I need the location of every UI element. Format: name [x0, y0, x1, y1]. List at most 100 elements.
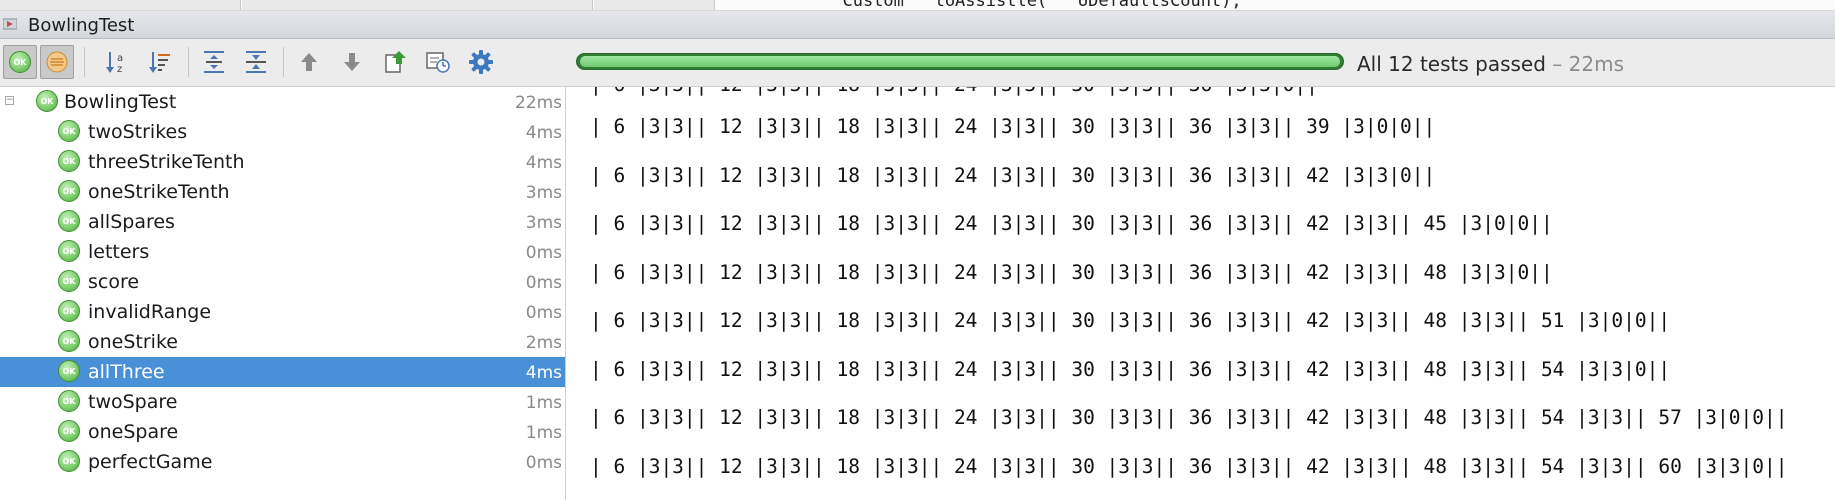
- console-line: | 6 |3|3|| 12 |3|3|| 18 |3|3|| 24 |3|3||…: [590, 406, 1788, 429]
- test-duration: 3ms: [525, 213, 562, 233]
- run-window-icon: [3, 18, 17, 30]
- ok-icon: OK: [36, 90, 58, 112]
- svg-text:a: a: [117, 53, 123, 64]
- sort-duration-icon: [149, 52, 170, 73]
- sort-by-duration-button[interactable]: [143, 45, 177, 79]
- ok-icon: OK: [58, 180, 80, 202]
- console-line: | 6 |3|3|| 12 |3|3|| 18 |3|3|| 24 |3|3||…: [590, 212, 1553, 235]
- test-name: twoStrikes: [88, 121, 188, 143]
- test-name: oneStrikeTenth: [88, 181, 230, 203]
- ok-icon: OK: [58, 390, 80, 412]
- sort-alpha-icon: a z: [106, 52, 123, 75]
- test-row-oneStrike[interactable]: OK oneStrike 2ms: [0, 327, 565, 357]
- ok-icon: OK: [58, 270, 80, 292]
- test-row-allSpares[interactable]: OK allSpares 3ms: [0, 207, 565, 237]
- console-output[interactable]: | 6 |3|3|| 12 |3|3|| 18 |3|3|| 24 |3|3||…: [566, 87, 1835, 500]
- test-name: threeStrikeTenth: [88, 151, 245, 173]
- arrow-down-icon: [344, 53, 360, 71]
- test-duration: 1ms: [525, 393, 562, 413]
- export-icon: [385, 51, 406, 73]
- settings-button[interactable]: [464, 45, 498, 79]
- ok-icon: OK: [58, 330, 80, 352]
- gear-icon: [469, 50, 493, 74]
- test-name: letters: [88, 241, 150, 263]
- test-duration: 0ms: [525, 243, 562, 263]
- test-row-letters[interactable]: OK letters 0ms: [0, 237, 565, 267]
- status-text: All 12 tests passed: [1357, 52, 1546, 76]
- status-separator: –: [1552, 52, 1563, 76]
- test-row-invalidRange[interactable]: OK invalidRange 0ms: [0, 297, 565, 327]
- test-row-twoSpare[interactable]: OK twoSpare 1ms: [0, 387, 565, 417]
- svg-text:z: z: [117, 64, 122, 75]
- ok-icon: OK: [58, 450, 80, 472]
- test-duration: 0ms: [525, 273, 562, 293]
- console-line: | 6 |3|3|| 12 |3|3|| 18 |3|3|| 24 |3|3||…: [590, 357, 1671, 381]
- test-duration: 4ms: [525, 363, 562, 383]
- test-row-score[interactable]: OK score 0ms: [0, 267, 565, 297]
- tool-window-title: BowlingTest: [28, 15, 135, 36]
- collapse-all-icon: [246, 51, 266, 73]
- test-status: All 12 tests passed – 22ms: [1357, 52, 1624, 76]
- history-icon: [426, 52, 450, 73]
- test-row-allThree[interactable]: OK allThree 4ms: [0, 357, 565, 387]
- test-duration: 22ms: [514, 93, 562, 113]
- ok-icon: OK: [58, 420, 80, 442]
- test-row-oneStrikeTenth[interactable]: OK oneStrikeTenth 3ms: [0, 177, 565, 207]
- ok-icon: OK: [58, 360, 80, 382]
- test-name: allThree: [88, 361, 165, 383]
- test-name: oneStrike: [88, 331, 178, 353]
- test-results-tree: − OK BowlingTest 22ms OK twoStrikes 4ms OK t…: [0, 87, 566, 500]
- expand-all-button[interactable]: [197, 45, 231, 79]
- previous-test-button[interactable]: [292, 45, 326, 79]
- test-history-button[interactable]: [421, 45, 455, 79]
- editor-strip: Custom toAssistle( UDefaultsCount);: [0, 0, 1835, 11]
- console-line: | 6 |3|3|| 12 |3|3|| 18 |3|3|| 24 |3|3||…: [590, 115, 1436, 138]
- editor-tab[interactable]: [0, 0, 241, 10]
- ok-icon: OK: [58, 120, 80, 142]
- tree-root-label: BowlingTest: [64, 91, 177, 113]
- console-line: | 6 |3|3|| 12 |3|3|| 18 |3|3|| 24 |3|3||…: [590, 87, 1318, 96]
- editor-tab[interactable]: [242, 0, 593, 10]
- tool-window-titlebar: BowlingTest: [0, 11, 1835, 39]
- test-name: score: [88, 271, 140, 293]
- test-name: twoSpare: [88, 391, 178, 413]
- status-duration: 22ms: [1568, 52, 1625, 76]
- show-ignored-toggle[interactable]: [40, 45, 74, 79]
- progress-fill: [580, 56, 1340, 67]
- editor-code-line: Custom toAssistle( UDefaultsCount);: [822, 0, 1242, 11]
- ok-icon: OK: [58, 240, 80, 262]
- tree-root-row[interactable]: − OK BowlingTest 22ms: [0, 87, 565, 117]
- ok-icon: OK: [58, 210, 80, 232]
- test-duration: 4ms: [525, 123, 562, 143]
- test-name: allSpares: [88, 211, 175, 233]
- toolbar-separator: [84, 47, 85, 77]
- test-duration: 1ms: [525, 423, 562, 443]
- collapse-all-button[interactable]: [239, 45, 273, 79]
- test-duration: 2ms: [525, 333, 562, 353]
- toolbar-separator: [188, 47, 189, 77]
- test-duration: 3ms: [525, 183, 562, 203]
- console-line: | 6 |3|3|| 12 |3|3|| 18 |3|3|| 24 |3|3||…: [590, 163, 1436, 187]
- test-progress-bar: [576, 53, 1344, 70]
- collapse-toggle-icon[interactable]: −: [5, 96, 14, 105]
- sort-alphabetically-button[interactable]: a z: [100, 45, 134, 79]
- ok-icon: OK: [9, 51, 31, 73]
- editor-tab[interactable]: [594, 0, 715, 10]
- arrow-up-icon: [301, 53, 317, 71]
- export-results-button[interactable]: [378, 45, 412, 79]
- test-duration: 0ms: [525, 303, 562, 323]
- test-name: invalidRange: [88, 301, 212, 323]
- test-row-threeStrikeTenth[interactable]: OK threeStrikeTenth 4ms: [0, 147, 565, 177]
- show-passed-toggle[interactable]: OK: [3, 45, 37, 79]
- next-test-button[interactable]: [335, 45, 369, 79]
- test-name: perfectGame: [88, 451, 213, 473]
- test-duration: 0ms: [525, 453, 562, 473]
- ok-icon: OK: [58, 150, 80, 172]
- test-row-perfectGame[interactable]: OK perfectGame 0ms: [0, 447, 565, 477]
- test-row-twoStrikes[interactable]: OK twoStrikes 4ms: [0, 117, 565, 147]
- expand-all-icon: [204, 51, 224, 73]
- test-name: oneSpare: [88, 421, 179, 443]
- test-row-oneSpare[interactable]: OK oneSpare 1ms: [0, 417, 565, 447]
- test-duration: 4ms: [525, 153, 562, 173]
- ignored-icon: [46, 51, 68, 73]
